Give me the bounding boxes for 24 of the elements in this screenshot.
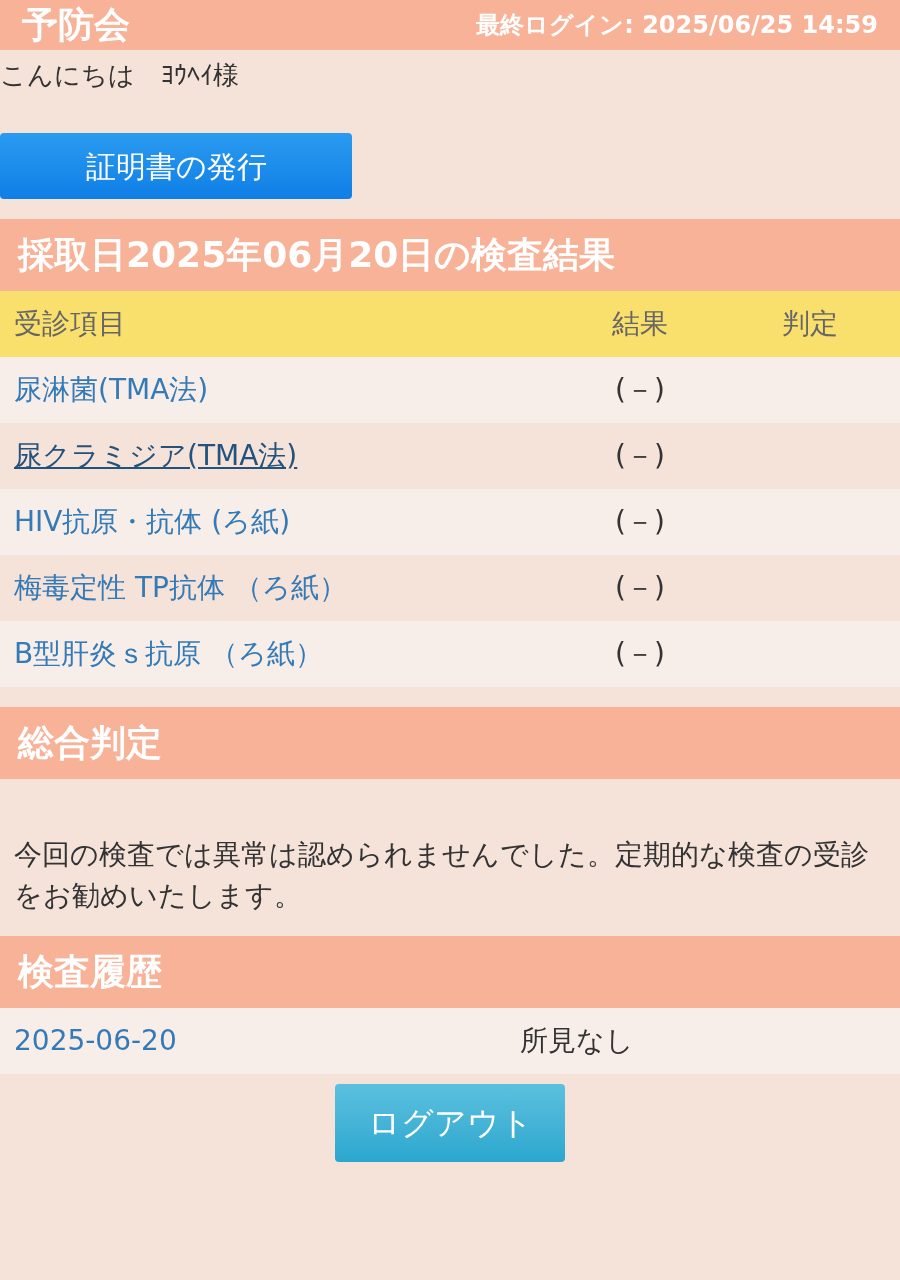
site-title: 予防会 [22,3,130,47]
history-finding: 所見なし [520,1023,634,1060]
test-item-link[interactable]: 梅毒定性 TP抗体 （ろ紙） [14,571,347,604]
last-login: 最終ログイン: 2025/06/25 14:59 [476,10,878,41]
test-item-link[interactable]: B型肝炎ｓ抗原 （ろ紙） [14,637,324,670]
test-item-link[interactable]: 尿クラミジア(TMA法) [14,439,298,472]
section-title: 検査履歴 [0,936,900,1009]
column-header: 結果 [611,306,669,342]
section-title: 総合判定 [0,707,900,779]
test-item-link[interactable]: HIV抗原・抗体 (ろ紙) [14,505,291,538]
logout-button[interactable]: ログアウト [335,1084,565,1163]
greeting: こんにちは ﾖｳﾍｲ様 [0,59,240,92]
result-cell-text: (－) [614,372,666,408]
column-header: 判定 [781,306,839,342]
history-date-link[interactable]: 2025-06-20 [0,1020,520,1063]
overall-judgment: 今回の検査では異常は認められませんでした。定期的な検査の受診をお勧めいたします。 [13,837,870,914]
result-cell-text: (－) [614,636,666,672]
test-item-link[interactable]: 尿淋菌(TMA法) [14,373,209,406]
result-cell-text: (－) [614,504,666,540]
section-title: 採取日2025年06月20日の検査結果 [0,219,900,291]
column-header: 受診項目 [13,306,127,342]
result-cell-text: (－) [614,438,666,474]
certificate-button[interactable]: 証明書の発行 [0,133,352,199]
result-cell-text: (－) [614,570,666,606]
